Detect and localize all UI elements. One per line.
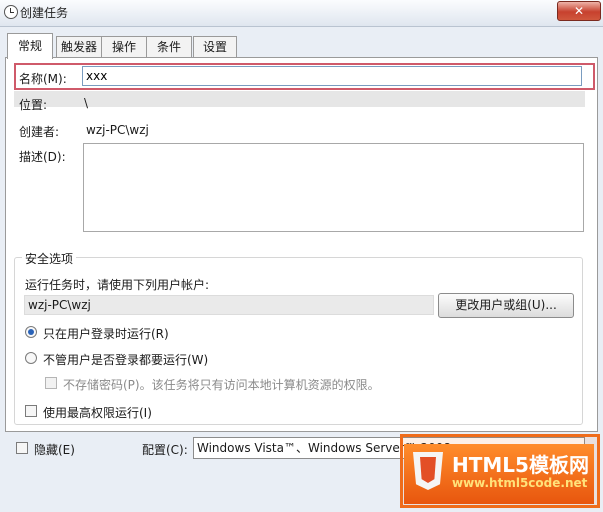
tab-triggers[interactable]: 触发器 — [56, 36, 102, 58]
configure-label: 配置(C): — [142, 443, 188, 457]
tab-settings[interactable]: 设置 — [193, 36, 237, 58]
location-value: \ — [84, 96, 89, 110]
highest-privileges-label[interactable]: 使用最高权限运行(I) — [43, 404, 152, 421]
do-not-store-password-label: 不存储密码(P)。该任务将只有访问本地计算机资源的权限。 — [63, 378, 380, 392]
change-user-button[interactable]: 更改用户或组(U)... — [438, 293, 574, 318]
security-options-title: 安全选项 — [22, 250, 77, 267]
window-title: 创建任务 — [20, 6, 69, 20]
description-label: 描述(D): — [19, 150, 66, 164]
tab-conditions[interactable]: 条件 — [146, 36, 192, 58]
title-bar: 创建任务 ✕ — [0, 0, 603, 27]
author-label: 创建者: — [19, 125, 60, 139]
run-whether-logged-on-label[interactable]: 不管用户是否登录都要运行(W) — [43, 351, 208, 368]
hidden-checkbox[interactable] — [16, 442, 28, 454]
tab-general[interactable]: 常规 — [7, 33, 53, 59]
do-not-store-password-checkbox[interactable] — [45, 377, 57, 389]
run-only-logged-on-radio[interactable] — [25, 326, 37, 338]
run-whether-logged-on-radio[interactable] — [25, 352, 37, 364]
name-input[interactable] — [82, 66, 582, 86]
user-account-field: wzj-PC\wzj — [24, 295, 434, 315]
run-as-prompt: 运行任务时，请使用下列用户帐户: — [25, 278, 210, 292]
author-value: wzj-PC\wzj — [86, 123, 149, 137]
html5-shield-inner — [420, 457, 436, 483]
location-band — [14, 91, 585, 107]
hidden-label[interactable]: 隐藏(E) — [34, 441, 75, 458]
description-textarea[interactable] — [83, 143, 584, 232]
tab-actions[interactable]: 操作 — [101, 36, 147, 58]
task-clock-icon — [4, 5, 18, 19]
location-label: 位置: — [19, 98, 48, 112]
close-button[interactable]: ✕ — [557, 1, 601, 21]
watermark-title: HTML5模板网 — [452, 453, 589, 477]
highest-privileges-checkbox[interactable] — [25, 405, 37, 417]
run-only-logged-on-label[interactable]: 只在用户登录时运行(R) — [43, 325, 169, 342]
name-label: 名称(M): — [19, 72, 67, 86]
watermark-subtitle: www.html5code.net — [452, 476, 588, 490]
